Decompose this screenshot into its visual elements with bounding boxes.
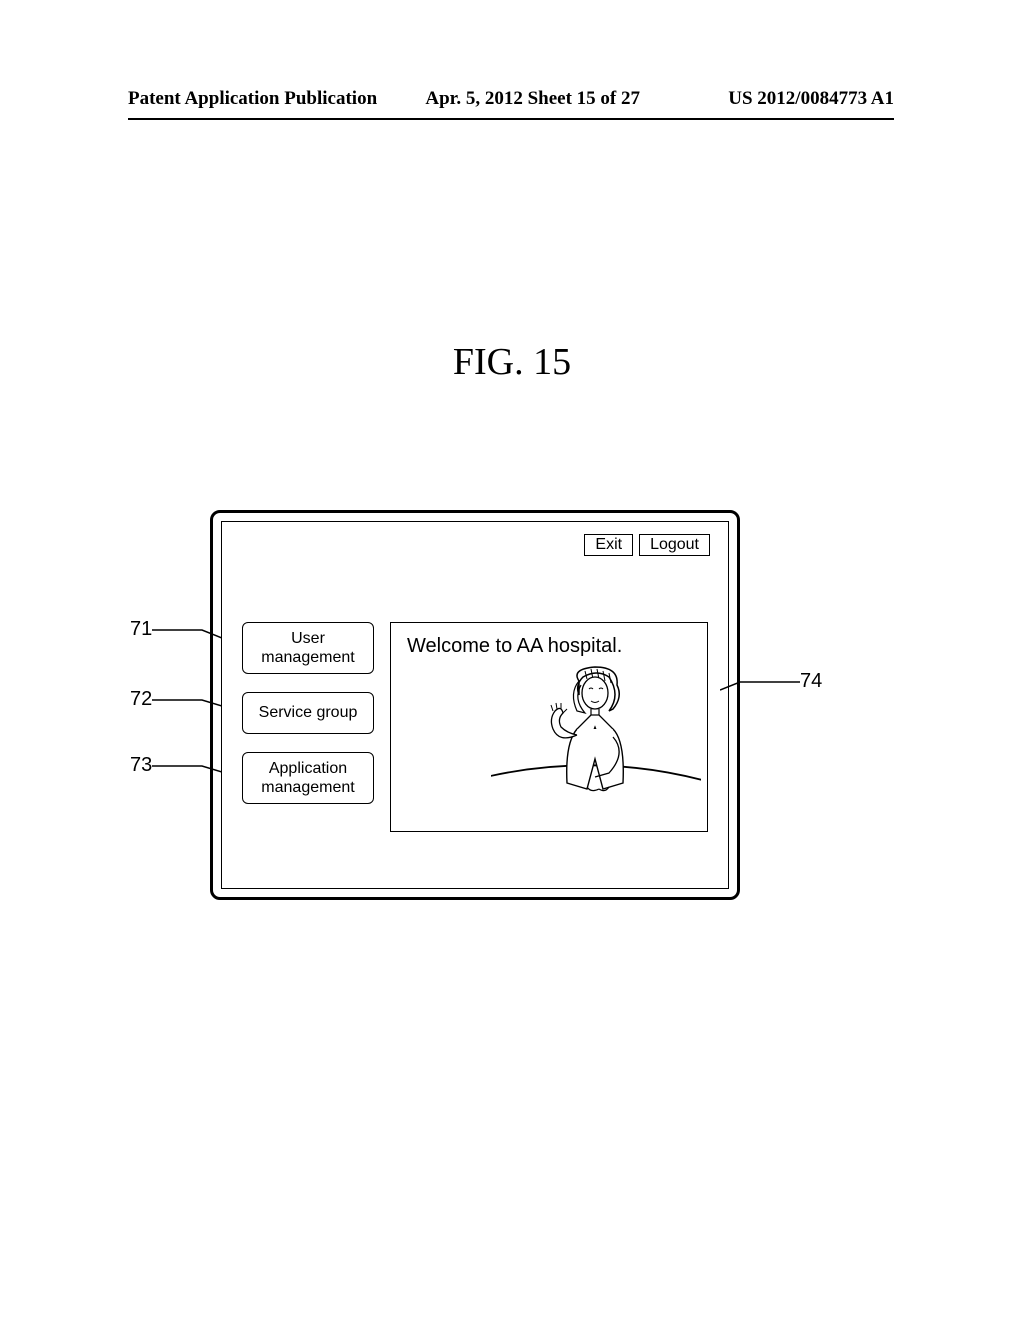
header-right: US 2012/0084773 A1 [728, 88, 894, 110]
ref-73: 73 [130, 754, 152, 777]
logout-button[interactable]: Logout [639, 534, 710, 556]
content-panel: Welcome to AA hospital. [390, 622, 708, 832]
figure-canvas: 71 72 73 74 Exit Logout User management … [130, 510, 890, 950]
header-left: Patent Application Publication [128, 88, 377, 110]
menu-service-group[interactable]: Service group [242, 692, 374, 733]
menu-application-management[interactable]: Application management [242, 752, 374, 804]
device-screen: Exit Logout User management Service grou… [221, 521, 729, 889]
device-frame: Exit Logout User management Service grou… [210, 510, 740, 900]
menu-item-label: Service group [259, 704, 358, 721]
sidebar: User management Service group Applicatio… [242, 622, 374, 804]
menu-item-label: Application management [261, 760, 354, 796]
welcome-text: Welcome to AA hospital. [391, 623, 707, 658]
menu-user-management[interactable]: User management [242, 622, 374, 674]
receptionist-illustration [491, 663, 701, 832]
page-header: Patent Application Publication Apr. 5, 2… [0, 88, 1024, 110]
exit-button[interactable]: Exit [584, 534, 633, 556]
menu-item-label: User management [261, 630, 354, 666]
ref-74: 74 [800, 670, 822, 693]
header-center: Apr. 5, 2012 Sheet 15 of 27 [425, 88, 640, 110]
ref-71: 71 [130, 618, 152, 641]
toolbar: Exit Logout [584, 534, 710, 556]
figure-label: FIG. 15 [0, 340, 1024, 384]
header-divider [128, 118, 894, 120]
ref-72: 72 [130, 688, 152, 711]
